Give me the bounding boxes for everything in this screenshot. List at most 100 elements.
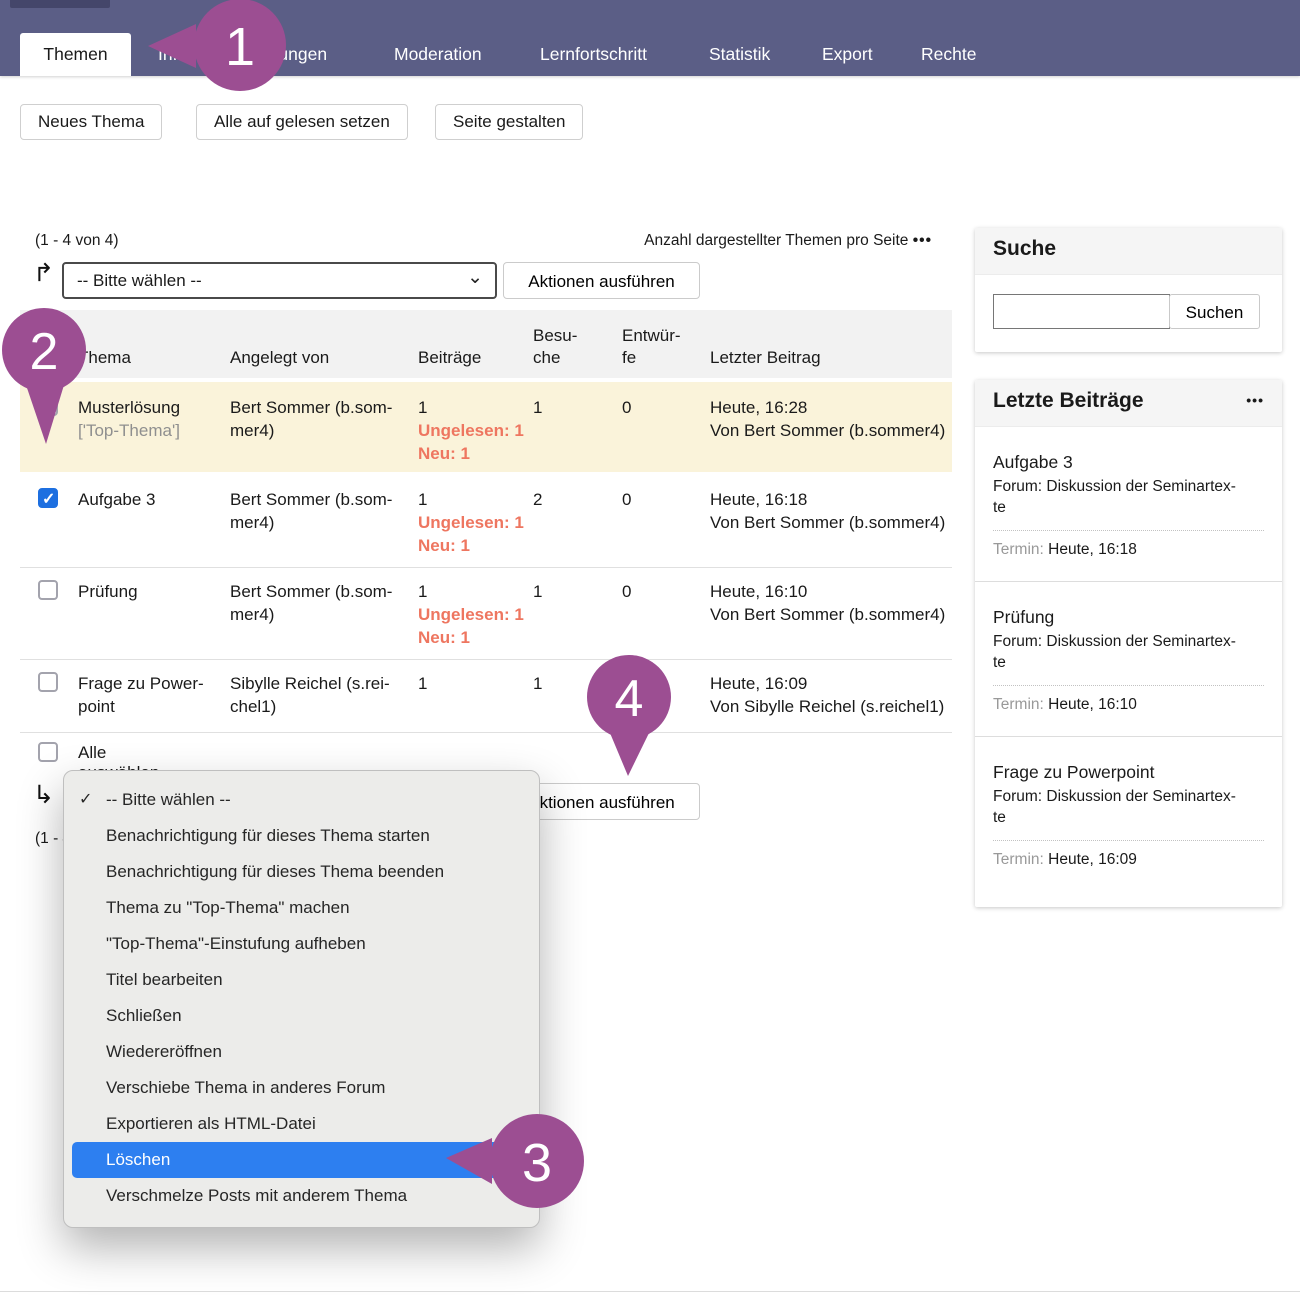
row-checkbox[interactable] [38, 672, 58, 692]
col-header-beitraege[interactable]: Beiträge [418, 347, 530, 369]
menu-item-titel-bearbeiten[interactable]: Titel bearbeiten [64, 962, 539, 998]
termin-label: Termin: [993, 851, 1044, 868]
tab-rechte[interactable]: Rechte [921, 44, 976, 65]
action-select-top[interactable]: -- Bitte wählen -- ⌄ [62, 262, 497, 299]
topic-author: Sibylle Reichel (s.rei- chel1) [230, 672, 412, 718]
col-header-besuche[interactable]: Besu- che [533, 325, 595, 369]
new-count: Neu: 1 [418, 444, 470, 463]
marker-number: 4 [615, 670, 644, 728]
per-page-dots-icon[interactable]: ••• [913, 232, 932, 249]
col-header-angelegt-von[interactable]: Angelegt von [230, 347, 412, 369]
recent-post-title[interactable]: Prüfung [993, 607, 1264, 628]
dotted-divider [993, 840, 1264, 841]
termin-label: Termin: [993, 541, 1044, 558]
check-icon: ✓ [42, 488, 55, 511]
cutoff-element [10, 0, 110, 8]
tab-statistik[interactable]: Statistik [709, 44, 770, 65]
table-header-row: Thema Angelegt von Beiträge Besu- che En… [20, 310, 952, 378]
visits-count: 1 [533, 580, 595, 603]
new-count: Neu: 1 [418, 536, 470, 555]
recent-post-forum: Forum: Diskussion der Seminartex- te [993, 786, 1264, 828]
latest-posts-title: Letzte Beiträge [993, 389, 1144, 413]
termin-value: Heute, 16:09 [1048, 851, 1137, 868]
menu-item-top-thema-aufheben[interactable]: "Top-Thema"-Einstufung aufheben [64, 926, 539, 962]
topic-title[interactable]: Prüfung [78, 580, 230, 603]
search-input[interactable] [993, 294, 1170, 329]
menu-item-benachrichtigung-starten[interactable]: Benachrichtigung für dieses Thema starte… [64, 818, 539, 854]
drafts-count: 0 [622, 580, 694, 603]
posts-count: 1 [418, 490, 427, 509]
recent-post-title[interactable]: Frage zu Powerpoint [993, 762, 1264, 783]
row-checkbox[interactable]: ✓ [38, 488, 58, 508]
tab-themen[interactable]: Themen [20, 33, 131, 76]
drafts-count: 0 [622, 488, 694, 511]
drafts-count: 0 [622, 396, 694, 419]
annotation-marker-2: 2 [0, 305, 95, 450]
marker-number: 2 [30, 323, 59, 381]
select-all-checkbox[interactable] [38, 742, 58, 762]
search-button[interactable]: Suchen [1169, 294, 1260, 329]
topics-per-page-label: Anzahl dargestellter Themen pro Seite [644, 232, 908, 249]
menu-item-benachrichtigung-beenden[interactable]: Benachrichtigung für dieses Thema beende… [64, 854, 539, 890]
latest-posts-panel: Letzte Beiträge ••• Aufgabe 3 Forum: Dis… [975, 380, 1282, 907]
apply-actions-button-top[interactable]: Aktionen ausführen [503, 262, 700, 299]
tab-moderation[interactable]: Moderation [394, 44, 482, 65]
menu-item-verschiebe-thema[interactable]: Verschiebe Thema in anderes Forum [64, 1070, 539, 1106]
tab-lernfortschritt[interactable]: Lernfortschritt [540, 44, 647, 65]
topic-author: Bert Sommer (b.som- mer4) [230, 488, 412, 534]
topic-title[interactable]: Frage zu Power- point [78, 672, 230, 718]
last-post-info: Heute, 16:09 Von Sibylle Reichel (s.reic… [710, 672, 952, 718]
action-select-top-value: -- Bitte wählen -- [77, 271, 202, 290]
unread-count: Ungelesen: 1 [418, 605, 524, 624]
topic-flag: ['Top-Thema'] [78, 419, 230, 442]
last-post-info: Heute, 16:10 Von Bert Sommer (b.sommer4) [710, 580, 952, 626]
col-header-letzter-beitrag[interactable]: Letzter Beitrag [710, 347, 952, 369]
posts-count: 1 [418, 398, 427, 417]
posts-count: 1 [418, 672, 530, 695]
table-row: Prüfung Bert Sommer (b.som- mer4) 1 Unge… [20, 568, 952, 660]
search-panel: Suche Suchen [975, 228, 1282, 352]
last-post-info: Heute, 16:28 Von Bert Sommer (b.sommer4) [710, 396, 952, 442]
visits-count: 1 [533, 396, 595, 419]
last-post-info: Heute, 16:18 Von Bert Sommer (b.sommer4) [710, 488, 952, 534]
table-row: ✓ Aufgabe 3 Bert Sommer (b.som- mer4) 1 … [20, 472, 952, 568]
table-row: Musterlösung ['Top-Thema'] Bert Sommer (… [20, 382, 952, 472]
list-item: Prüfung Forum: Diskussion der Seminartex… [975, 582, 1282, 737]
dotted-divider [993, 530, 1264, 531]
tab-export[interactable]: Export [822, 44, 873, 65]
posts-count: 1 [418, 582, 427, 601]
menu-item-bitte-waehlen[interactable]: ✓ -- Bitte wählen -- [64, 782, 539, 818]
marker-number: 3 [522, 1133, 552, 1193]
move-top-arrow-icon: ↱ [33, 258, 54, 287]
recent-post-title[interactable]: Aufgabe 3 [993, 452, 1264, 473]
annotation-marker-4: 4 [586, 653, 676, 779]
search-panel-title: Suche [993, 237, 1056, 261]
mark-all-read-button[interactable]: Alle auf gelesen setzen [196, 104, 408, 140]
col-header-entwuerfe[interactable]: Entwür- fe [622, 325, 694, 369]
marker-number: 1 [225, 17, 255, 77]
unread-count: Ungelesen: 1 [418, 513, 524, 532]
unread-count: Ungelesen: 1 [418, 421, 524, 440]
termin-value: Heute, 16:10 [1048, 696, 1137, 713]
visits-count: 2 [533, 488, 595, 511]
panel-options-dots-icon[interactable]: ••• [1246, 392, 1264, 408]
recent-post-forum: Forum: Diskussion der Seminartex- te [993, 631, 1264, 673]
topic-title[interactable]: Aufgabe 3 [78, 488, 230, 511]
chevron-down-icon: ⌄ [467, 261, 483, 294]
list-item: Aufgabe 3 Forum: Diskussion der Seminart… [975, 427, 1282, 582]
col-header-thema[interactable]: Thema [78, 347, 230, 369]
annotation-marker-1: 1 [144, 0, 292, 96]
menu-item-schliessen[interactable]: Schließen [64, 998, 539, 1034]
menu-item-label: -- Bitte wählen -- [106, 790, 231, 809]
list-item: Frage zu Powerpoint Forum: Diskussion de… [975, 737, 1282, 891]
latest-posts-header: Letzte Beiträge ••• [975, 380, 1282, 427]
topics-per-page-control[interactable]: Anzahl dargestellter Themen pro Seite ••… [644, 232, 932, 250]
design-page-button[interactable]: Seite gestalten [435, 104, 583, 140]
menu-item-top-thema-machen[interactable]: Thema zu "Top-Thema" machen [64, 890, 539, 926]
menu-item-wiedereroeffnen[interactable]: Wiedereröffnen [64, 1034, 539, 1070]
search-panel-header: Suche [975, 228, 1282, 275]
topic-author: Bert Sommer (b.som- mer4) [230, 396, 412, 442]
new-topic-button[interactable]: Neues Thema [20, 104, 162, 140]
row-checkbox[interactable] [38, 580, 58, 600]
termin-value: Heute, 16:18 [1048, 541, 1137, 558]
